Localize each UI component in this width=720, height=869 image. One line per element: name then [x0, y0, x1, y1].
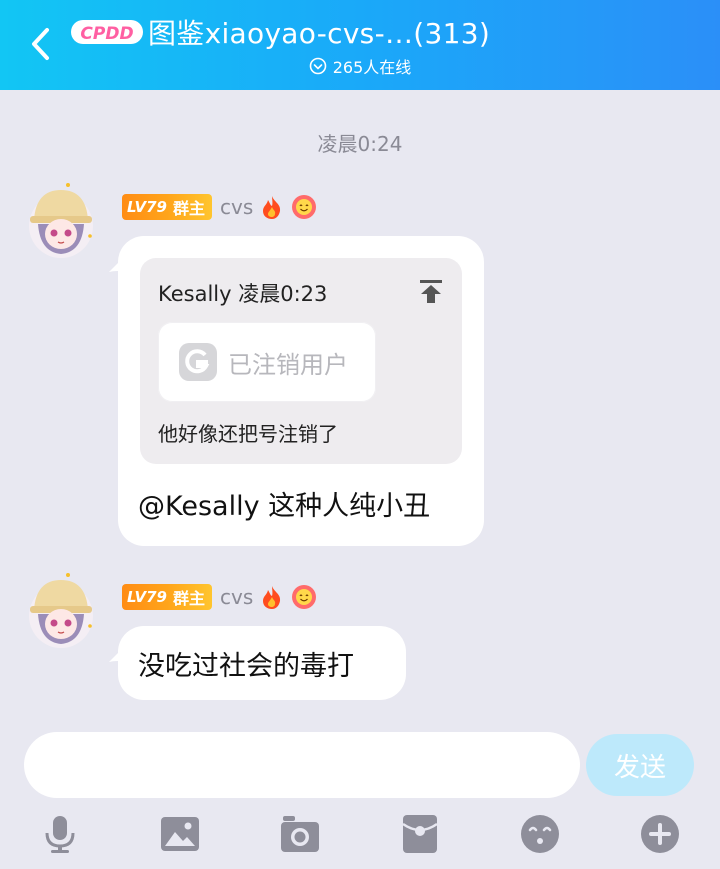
- role-text: 群主: [172, 589, 205, 608]
- sender-name[interactable]: cvs: [220, 195, 253, 219]
- sender-name[interactable]: cvs: [220, 585, 253, 609]
- message-bubble[interactable]: Kesally 凌晨0:23 已注销用户 他好像还把号注销了 @Kesally …: [109, 236, 484, 546]
- fire-icon: [259, 194, 285, 220]
- quote-header: Kesally 凌晨0:23: [158, 282, 328, 306]
- message-text: @Kesally 这种人纯小丑: [138, 491, 431, 522]
- group-title: 图鉴xiaoyao-cvs-…(313): [148, 17, 491, 50]
- deleted-user-card[interactable]: 已注销用户: [158, 322, 376, 402]
- quoted-message[interactable]: Kesally 凌晨0:23 已注销用户 他好像还把号注销了: [140, 258, 462, 464]
- plus-icon[interactable]: [640, 814, 680, 854]
- online-count: 265人在线: [332, 58, 412, 77]
- bubble-tail: [109, 644, 127, 662]
- online-count-row: 265人在线: [0, 54, 720, 78]
- camera-icon[interactable]: [280, 814, 320, 854]
- chat-timestamp: 凌晨0:24: [317, 132, 403, 156]
- deleted-user-label: 已注销用户: [228, 350, 348, 379]
- fire-icon: [259, 584, 285, 610]
- message-bubble[interactable]: 没吃过社会的毒打: [109, 626, 406, 700]
- emoji-icon[interactable]: [520, 814, 560, 854]
- avatar[interactable]: [22, 182, 100, 260]
- bubble-tail: [109, 254, 127, 272]
- cpdd-logo: CPDD: [70, 17, 144, 47]
- microphone-icon[interactable]: [40, 814, 80, 854]
- message-input[interactable]: [24, 732, 580, 798]
- avatar[interactable]: [22, 572, 100, 650]
- flower-face-icon: [291, 194, 317, 220]
- role-text: 群主: [172, 199, 205, 218]
- title-row[interactable]: CPDD 图鉴xiaoyao-cvs-…(313): [70, 12, 490, 52]
- flower-face-icon: [291, 584, 317, 610]
- online-status-icon: [309, 57, 327, 75]
- red-packet-icon[interactable]: [400, 814, 440, 854]
- image-icon[interactable]: [160, 814, 200, 854]
- level-text: LV79: [127, 588, 167, 606]
- sender-meta: LV79 群主 cvs: [122, 193, 317, 221]
- level-badge: LV79 群主: [122, 194, 212, 220]
- logo-text: CPDD: [80, 24, 133, 44]
- sender-meta: LV79 群主 cvs: [122, 583, 317, 611]
- message-text: 没吃过社会的毒打: [138, 651, 354, 682]
- jump-to-original-icon[interactable]: [418, 278, 444, 304]
- composer-bar: 发送: [0, 716, 720, 869]
- deleted-user-icon: [178, 342, 218, 382]
- quote-text: 他好像还把号注销了: [158, 422, 338, 446]
- level-text: LV79: [127, 198, 167, 216]
- chat-header: CPDD 图鉴xiaoyao-cvs-…(313) 265人在线: [0, 0, 720, 90]
- send-button[interactable]: 发送: [586, 734, 694, 796]
- level-badge: LV79 群主: [122, 584, 212, 610]
